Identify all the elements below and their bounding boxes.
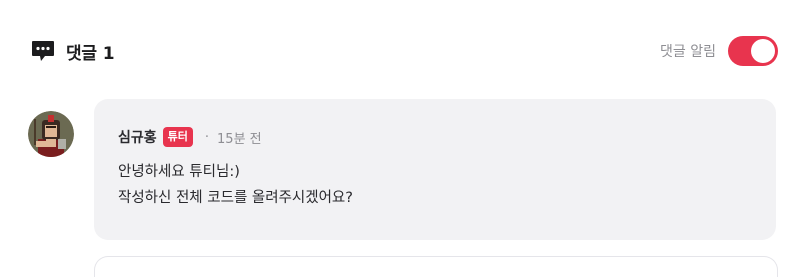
speech-bubble-icon — [32, 41, 54, 61]
next-comment-card — [94, 256, 778, 277]
comment-author[interactable]: 심규홍 — [118, 127, 157, 147]
comment-line: 안녕하세요 튜티님:) — [118, 164, 240, 180]
comment-meta: 심규홍 튜터 · 15분 전 — [118, 125, 262, 149]
comments-title-label: 댓글 — [66, 44, 97, 64]
comment-notification-toggle[interactable] — [728, 36, 778, 66]
avatar[interactable] — [28, 111, 74, 157]
page-title: 댓글 1 — [66, 39, 115, 64]
meta-separator: · — [204, 129, 210, 145]
comments-header: 댓글 1 댓글 알림 — [30, 36, 778, 66]
comment-notification-label: 댓글 알림 — [660, 44, 716, 60]
comments-count: 1 — [102, 44, 115, 64]
comment-body: 안녕하세요 튜티님:) 작성하신 전체 코드를 올려주시겠어요? — [118, 159, 353, 211]
avatar-image — [28, 111, 74, 157]
tutor-badge: 튜터 — [162, 127, 193, 147]
comment-bubble: 심규홍 튜터 · 15분 전 안녕하세요 튜티님:) 작성하신 전체 코드를 올… — [94, 99, 776, 240]
comment-timestamp: 15분 전 — [217, 131, 262, 147]
comment-line: 작성하신 전체 코드를 올려주시겠어요? — [118, 190, 353, 206]
toggle-knob — [751, 39, 775, 63]
